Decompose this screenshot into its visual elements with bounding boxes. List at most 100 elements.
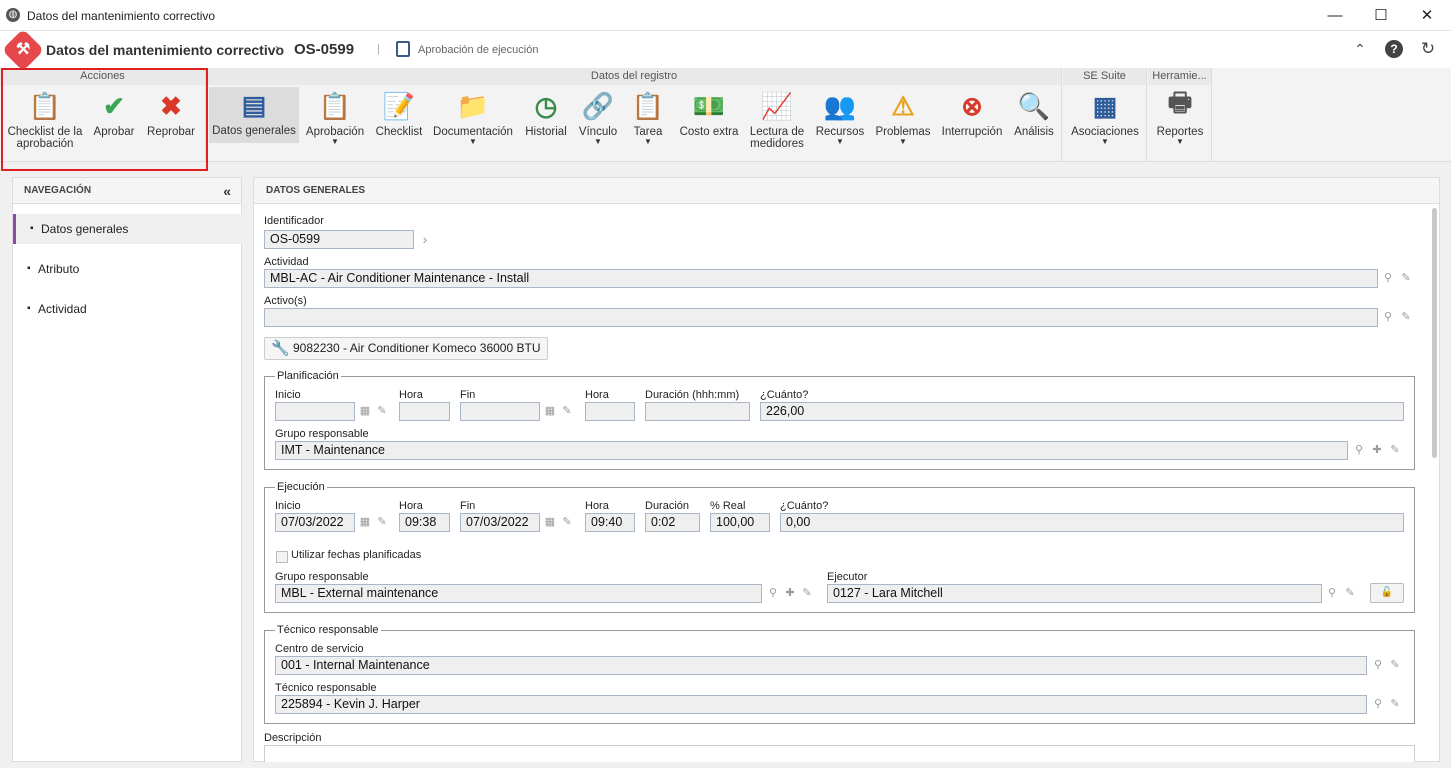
- calendar-icon[interactable]: ▦: [542, 403, 558, 419]
- dropdown-caret-icon: ▼: [644, 137, 652, 146]
- clear-icon[interactable]: ✎: [374, 514, 390, 530]
- chevron-right-icon[interactable]: ›: [417, 231, 433, 247]
- activos-field[interactable]: [264, 308, 1378, 327]
- stop-icon: ⊗: [961, 90, 983, 121]
- search-icon[interactable]: ⚲: [1380, 309, 1396, 325]
- calendar-icon[interactable]: ▦: [357, 514, 373, 530]
- problemas-button[interactable]: ⚠ Problemas ▼: [871, 88, 935, 158]
- identificador-field[interactable]: OS-0599: [264, 230, 414, 249]
- description-editor-toolbar[interactable]: [264, 745, 1415, 762]
- dropdown-caret-icon: ▼: [1176, 137, 1184, 146]
- descripcion-label: Descripción: [264, 732, 322, 744]
- asociaciones-button[interactable]: ▦ Asociaciones ▼: [1067, 88, 1143, 158]
- documentacion-button[interactable]: 📁 Documentación ▼: [431, 88, 515, 158]
- search-icon[interactable]: ⚲: [765, 585, 781, 601]
- vinculo-button[interactable]: 🔗 Vínculo ▼: [575, 88, 621, 158]
- search-icon[interactable]: ⚲: [1370, 657, 1386, 673]
- recursos-button[interactable]: 👥 Recursos ▼: [811, 88, 869, 158]
- plan-fin-field[interactable]: [460, 402, 540, 421]
- refresh-icon[interactable]: ↻: [1419, 40, 1437, 58]
- clear-icon[interactable]: ✎: [1387, 696, 1403, 712]
- search-icon[interactable]: ⚲: [1324, 585, 1340, 601]
- plan-cuanto-field[interactable]: 226,00: [760, 402, 1404, 421]
- nav-item-actividad[interactable]: ▪ Actividad: [13, 294, 242, 324]
- ejec-cuanto-field[interactable]: 0,00: [780, 513, 1404, 532]
- checklist-button[interactable]: 📝 Checklist: [371, 88, 427, 158]
- tarea-button[interactable]: 📋 Tarea ▼: [625, 88, 671, 158]
- calendar-icon[interactable]: ▦: [542, 514, 558, 530]
- window-titlebar: ◍ Datos del mantenimiento correctivo — ☐…: [0, 0, 1451, 31]
- ejec-grupo-field[interactable]: MBL - External maintenance: [275, 584, 762, 603]
- clear-icon[interactable]: ✎: [799, 585, 815, 601]
- plan-grupo-field[interactable]: IMT - Maintenance: [275, 441, 1348, 460]
- search-icon[interactable]: ⚲: [1351, 442, 1367, 458]
- ejec-hora-field[interactable]: 09:38: [399, 513, 450, 532]
- centro-label: Centro de servicio: [275, 643, 364, 655]
- app-globe-icon: ◍: [6, 8, 20, 22]
- identificador-label: Identificador: [264, 215, 324, 227]
- nav-item-atributo[interactable]: ▪ Atributo: [13, 254, 242, 284]
- lock-button[interactable]: 🔓: [1370, 583, 1404, 603]
- close-button[interactable]: ✕: [1404, 0, 1450, 31]
- approval-icon: 📋: [318, 90, 352, 121]
- analisis-button[interactable]: 🔍 Análisis: [1009, 88, 1059, 158]
- ribbon-group-registro: Datos del registro ▤ Datos generales 📋 A…: [207, 68, 1062, 162]
- ejec-hora-label: Hora: [399, 500, 423, 512]
- clear-icon[interactable]: ✎: [1398, 270, 1414, 286]
- ejec-inicio-field[interactable]: 07/03/2022: [275, 513, 355, 532]
- plan-inicio-field[interactable]: [275, 402, 355, 421]
- costo-extra-button[interactable]: 💵 Costo extra: [675, 88, 743, 158]
- plan-duracion-field[interactable]: [645, 402, 750, 421]
- ejec-real-field[interactable]: 100,00: [710, 513, 770, 532]
- highlight-box: [1, 68, 208, 171]
- search-icon[interactable]: ⚲: [1370, 696, 1386, 712]
- money-icon: 💵: [692, 90, 726, 121]
- ejec-fin-label: Fin: [460, 500, 476, 512]
- collapse-header-icon[interactable]: ⌃: [1351, 40, 1369, 58]
- maximize-button[interactable]: ☐: [1358, 0, 1404, 31]
- tecnico-field[interactable]: 225894 - Kevin J. Harper: [275, 695, 1367, 714]
- scrollbar[interactable]: [1432, 208, 1437, 458]
- interrupcion-button[interactable]: ⊗ Interrupción: [939, 88, 1005, 158]
- maintenance-logo-icon: ⚒: [1, 28, 45, 72]
- planned-dates-checkbox[interactable]: [276, 551, 288, 563]
- help-icon[interactable]: ?: [1385, 40, 1403, 58]
- actividad-field[interactable]: MBL-AC - Air Conditioner Maintenance - I…: [264, 269, 1378, 288]
- plan-hora-field[interactable]: [399, 402, 450, 421]
- add-icon[interactable]: ✚: [1369, 442, 1385, 458]
- clear-icon[interactable]: ✎: [374, 403, 390, 419]
- ejecutor-field[interactable]: 0127 - Lara Mitchell: [827, 584, 1322, 603]
- nav-title: NAVEGACIÓN «: [13, 178, 241, 204]
- minimize-button[interactable]: —: [1312, 0, 1358, 31]
- plan-hora2-label: Hora: [585, 389, 609, 401]
- centro-field[interactable]: 001 - Internal Maintenance: [275, 656, 1367, 675]
- reportes-button[interactable]: 🖶 Reportes ▼: [1152, 87, 1208, 158]
- clear-icon[interactable]: ✎: [1387, 442, 1403, 458]
- ejec-duracion-field[interactable]: 0:02: [645, 513, 700, 532]
- lock-icon: 🔓: [1380, 587, 1394, 598]
- aprobacion-button[interactable]: 📋 Aprobación ▼: [303, 88, 367, 158]
- nav-item-datos-generales[interactable]: ▪ Datos generales: [13, 214, 242, 244]
- plan-hora2-field[interactable]: [585, 402, 635, 421]
- wrench-icon: 🔧: [271, 340, 290, 357]
- datos-generales-button[interactable]: ▤ Datos generales: [209, 87, 299, 143]
- add-icon[interactable]: ✚: [782, 585, 798, 601]
- ribbon-group-label: Herramie...: [1148, 68, 1211, 85]
- clear-icon[interactable]: ✎: [559, 403, 575, 419]
- clear-icon[interactable]: ✎: [559, 514, 575, 530]
- historial-button[interactable]: ◷ Historial: [519, 88, 573, 158]
- calendar-icon[interactable]: ▦: [357, 403, 373, 419]
- search-icon[interactable]: ⚲: [1380, 270, 1396, 286]
- plan-inicio-label: Inicio: [275, 389, 301, 401]
- clear-icon[interactable]: ✎: [1398, 309, 1414, 325]
- clear-icon[interactable]: ✎: [1342, 585, 1358, 601]
- ejec-fin-field[interactable]: 07/03/2022: [460, 513, 540, 532]
- plan-grupo-label: Grupo responsable: [275, 428, 369, 440]
- clear-icon[interactable]: ✎: [1387, 657, 1403, 673]
- lectura-medidores-button[interactable]: 📈 Lectura de medidores: [745, 88, 809, 158]
- associations-icon: ▦: [1092, 90, 1118, 121]
- collapse-nav-icon[interactable]: «: [223, 184, 231, 198]
- asset-button[interactable]: 🔧 9082230 - Air Conditioner Komeco 36000 …: [264, 337, 548, 360]
- ejec-hora2-field[interactable]: 09:40: [585, 513, 635, 532]
- printer-icon: 🖶: [1167, 87, 1193, 117]
